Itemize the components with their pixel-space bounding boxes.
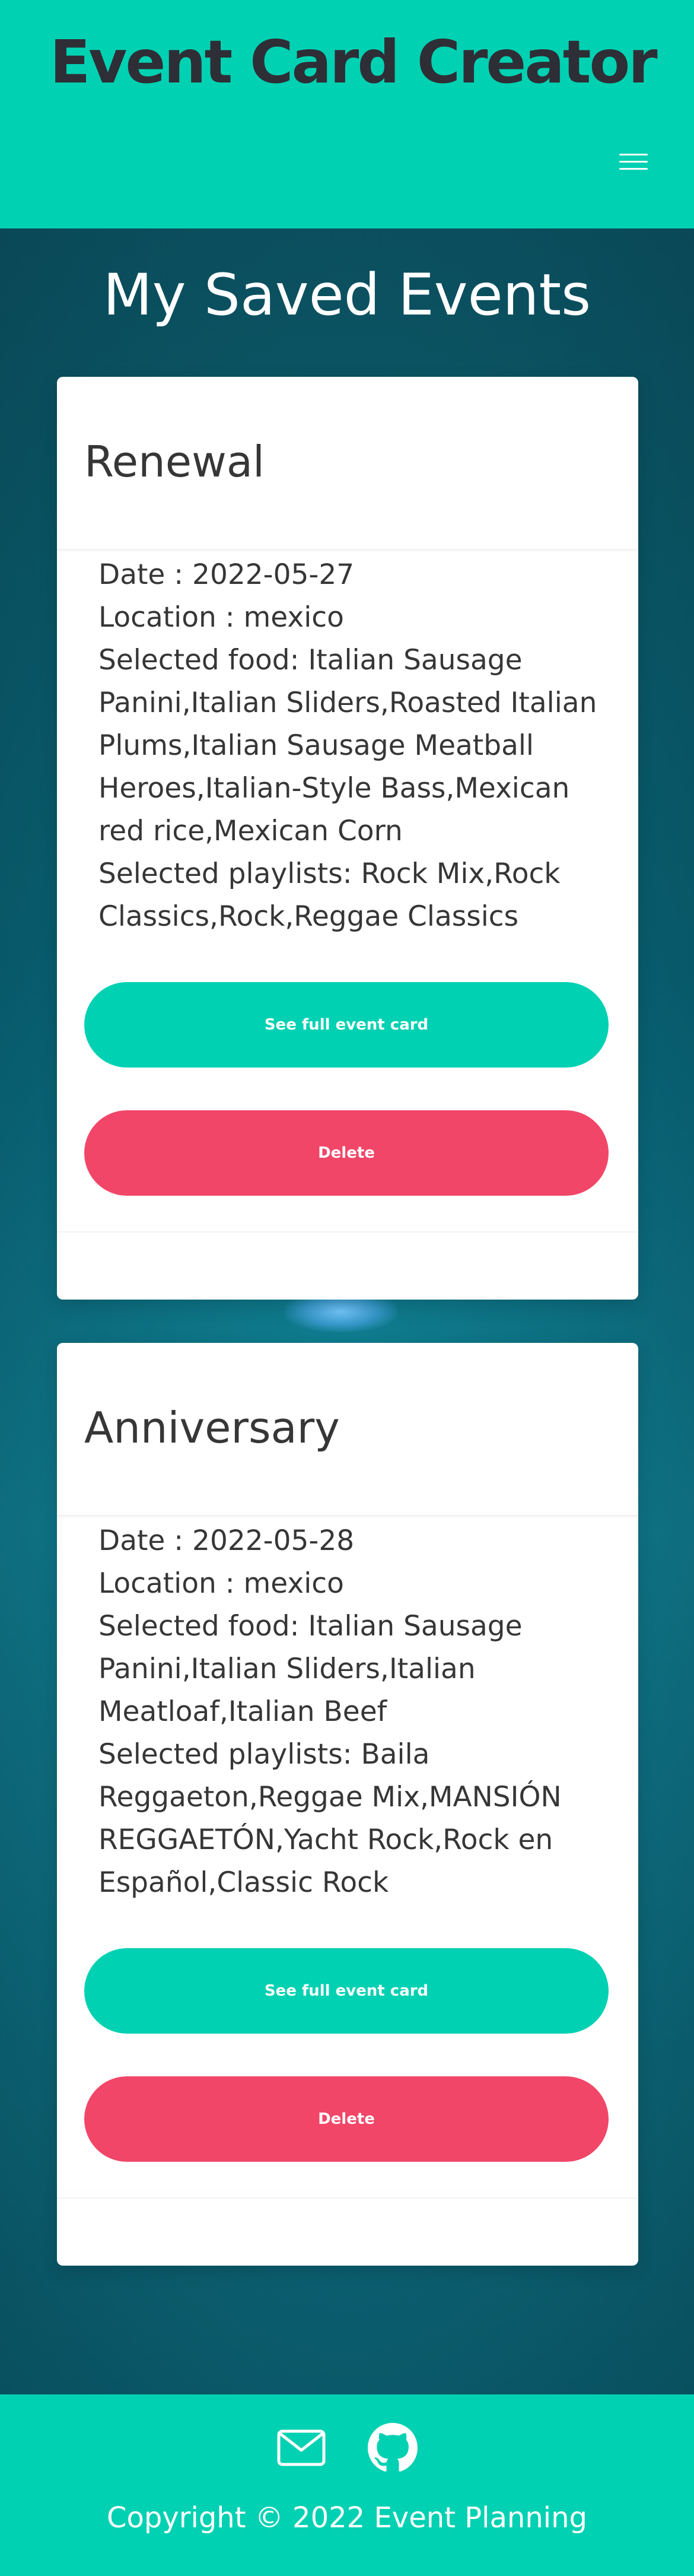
event-food: Selected food: Italian Sausage Panini,It…: [98, 644, 597, 847]
menu-bar: [619, 160, 648, 163]
site-header: Event Card Creator: [0, 0, 694, 228]
page-title: My Saved Events: [103, 262, 591, 328]
site-footer: Copyright © 2022 Event Planning: [0, 2394, 694, 2576]
event-name: Anniversary: [84, 1403, 340, 1453]
see-full-event-card-button[interactable]: See full event card: [84, 982, 609, 1068]
menu-bar: [619, 167, 648, 170]
event-card: Renewal Date : 2022-05-27 Location : mex…: [57, 377, 638, 1300]
delete-button[interactable]: Delete: [84, 2076, 609, 2162]
main-content: My Saved Events Renewal Date : 2022-05-2…: [0, 228, 694, 2394]
social-links: [0, 2423, 694, 2473]
card-header: Anniversary: [57, 1343, 638, 1516]
github-icon[interactable]: [368, 2423, 418, 2473]
event-card: Anniversary Date : 2022-05-28 Location :…: [57, 1343, 638, 2266]
card-footer: [57, 2197, 638, 2199]
event-playlists: Selected playlists: Baila Reggaeton,Regg…: [98, 1738, 562, 1899]
event-location: Location : mexico: [98, 1567, 344, 1600]
event-location: Location : mexico: [98, 601, 344, 634]
event-date: Date : 2022-05-27: [98, 558, 355, 591]
see-full-event-card-button[interactable]: See full event card: [84, 1948, 609, 2034]
site-brand[interactable]: Event Card Creator: [50, 27, 658, 98]
event-date: Date : 2022-05-28: [98, 1524, 355, 1557]
card-header: Renewal: [57, 377, 638, 550]
card-footer: [57, 1231, 638, 1233]
delete-button[interactable]: Delete: [84, 1110, 609, 1196]
email-icon[interactable]: [276, 2423, 326, 2473]
card-content: Date : 2022-05-28 Location : mexico Sele…: [57, 1516, 638, 1904]
copyright-text: Copyright © 2022 Event Planning: [107, 2501, 587, 2534]
event-playlists: Selected playlists: Rock Mix,Rock Classi…: [98, 857, 561, 933]
event-name: Renewal: [84, 437, 265, 487]
card-content: Date : 2022-05-27 Location : mexico Sele…: [57, 550, 638, 938]
menu-bar: [619, 153, 648, 155]
event-food: Selected food: Italian Sausage Panini,It…: [98, 1610, 523, 1728]
hamburger-menu-icon[interactable]: [619, 148, 648, 174]
